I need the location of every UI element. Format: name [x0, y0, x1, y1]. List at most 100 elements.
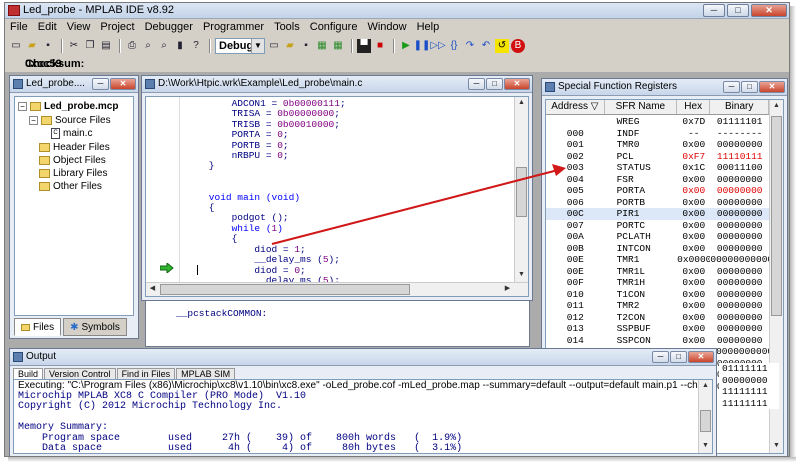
editor-horizontal-scrollbar[interactable]: ◀ ▶: [146, 282, 528, 296]
project-save-icon[interactable]: ▪: [299, 39, 313, 53]
menu-project[interactable]: Project: [95, 20, 139, 35]
find-replace-icon[interactable]: ⌕: [157, 39, 171, 53]
run-icon[interactable]: ▶: [399, 39, 413, 53]
editor-vertical-scrollbar[interactable]: ▲ ▼: [514, 97, 528, 282]
tree-item-main-c[interactable]: C main.c: [51, 128, 92, 139]
build-config-select[interactable]: Debug ▼: [215, 37, 265, 54]
project-close-button[interactable]: ✕: [110, 78, 136, 90]
tab-files[interactable]: Files: [14, 318, 62, 336]
sfr-row[interactable]: 003 STATUS 0x1C 00011100: [546, 162, 769, 174]
build-icon[interactable]: ▦: [315, 39, 329, 53]
find-icon[interactable]: ⌕: [141, 39, 155, 53]
editor-hscroll-thumb[interactable]: [160, 284, 410, 295]
save-icon[interactable]: ▪: [41, 39, 55, 53]
sfr-row[interactable]: 002 PCL 0xF7 11110111: [546, 151, 769, 163]
step-over-icon[interactable]: ↷: [463, 39, 477, 53]
cut-icon[interactable]: ✂: [67, 39, 81, 53]
project-open-icon[interactable]: ▰: [283, 39, 297, 53]
scroll-right-icon[interactable]: ▶: [501, 283, 514, 296]
close-button[interactable]: ✕: [751, 4, 787, 17]
menu-programmer[interactable]: Programmer: [198, 20, 269, 35]
open-folder-icon[interactable]: ▰: [25, 39, 39, 53]
sfr-window-title-bar[interactable]: Special Function Registers ─ □ ✕: [542, 79, 787, 96]
tree-item-library-files[interactable]: Library Files: [39, 168, 107, 179]
sfr-row[interactable]: 00A PCLATH 0x00 00000000: [546, 231, 769, 243]
rebuild-icon[interactable]: ▦: [331, 39, 345, 53]
scroll-up-icon[interactable]: ▲: [699, 380, 712, 393]
sfr-row[interactable]: 013 SSPBUF 0x00 00000000: [546, 323, 769, 335]
menu-configure[interactable]: Configure: [305, 20, 363, 35]
tree-item-header-files[interactable]: Header Files: [39, 142, 110, 153]
paste-icon[interactable]: ▤: [99, 39, 113, 53]
breakpoint-icon[interactable]: B: [511, 38, 525, 53]
output-text-area[interactable]: Executing: "C:\Program Files (x86)\Micro…: [13, 379, 713, 454]
sfr-row[interactable]: 00B INTCON 0x00 00000000: [546, 243, 769, 255]
col-address[interactable]: Address ▽: [546, 100, 605, 114]
menu-edit[interactable]: Edit: [33, 20, 62, 35]
print-icon[interactable]: ⎙: [125, 39, 139, 53]
editor-scroll-thumb[interactable]: [516, 167, 527, 217]
scroll-up-icon[interactable]: ▲: [515, 97, 528, 110]
sfr-row[interactable]: 00F TMR1H 0x00 00000000: [546, 277, 769, 289]
title-bar[interactable]: Led_probe - MPLAB IDE v8.92 ─ □ ✕: [5, 3, 789, 19]
sfr-row[interactable]: 007 PORTC 0x00 00000000: [546, 220, 769, 232]
output-window-title-bar[interactable]: Output ─ □ ✕: [10, 349, 716, 366]
output-vertical-scrollbar[interactable]: ▲ ▼: [698, 380, 712, 453]
output-close-button[interactable]: ✕: [688, 351, 714, 363]
tab-symbols[interactable]: ✱ Symbols: [63, 318, 127, 336]
help-icon[interactable]: ?: [189, 39, 203, 53]
col-sfr-name[interactable]: SFR Name: [605, 100, 678, 114]
reset-icon[interactable]: ↺: [495, 38, 509, 53]
menu-view[interactable]: View: [62, 20, 96, 35]
sfr-row[interactable]: 014 SSPCON 0x00 00000000: [546, 335, 769, 347]
scroll-down-icon[interactable]: ▼: [770, 440, 783, 453]
sfr-scroll-thumb[interactable]: [771, 116, 782, 316]
program-device-icon[interactable]: ▀: [357, 38, 371, 53]
new-file-icon[interactable]: ▭: [9, 39, 23, 53]
sfr-row[interactable]: 000 INDF -- --------: [546, 128, 769, 140]
col-binary[interactable]: Binary: [710, 100, 770, 114]
sfr-maximize-button[interactable]: □: [741, 81, 758, 93]
sfr-row[interactable]: 00E TMR1 0x00000000000000000000: [546, 254, 769, 266]
read-device-icon[interactable]: ■: [373, 39, 387, 53]
scroll-down-icon[interactable]: ▼: [515, 269, 528, 282]
sfr-row[interactable]: 004 FSR 0x00 00000000: [546, 174, 769, 186]
output-scroll-thumb[interactable]: [700, 410, 711, 432]
menu-file[interactable]: File: [5, 20, 33, 35]
maximize-button[interactable]: □: [727, 4, 749, 17]
animate-icon[interactable]: ▷▷: [430, 39, 445, 53]
chevron-down-icon[interactable]: ▼: [251, 38, 264, 53]
menu-debugger[interactable]: Debugger: [140, 20, 198, 35]
minimize-button[interactable]: ─: [703, 4, 725, 17]
menu-window[interactable]: Window: [362, 20, 411, 35]
project-new-icon[interactable]: ▭: [267, 39, 281, 53]
editor-maximize-button[interactable]: □: [486, 78, 503, 90]
sfr-row[interactable]: 011 TMR2 0x00 00000000: [546, 300, 769, 312]
bookmark-icon[interactable]: ▮: [173, 39, 187, 53]
sfr-minimize-button[interactable]: ─: [723, 81, 740, 93]
scroll-down-icon[interactable]: ▼: [699, 440, 712, 453]
editor-close-button[interactable]: ✕: [504, 78, 530, 90]
tree-root[interactable]: − Led_probe.mcp: [18, 101, 118, 112]
scroll-up-icon[interactable]: ▲: [770, 100, 783, 113]
editor-minimize-button[interactable]: ─: [468, 78, 485, 90]
tree-item-object-files[interactable]: Object Files: [39, 155, 106, 166]
sfr-row[interactable]: 005 PORTA 0x00 00000000: [546, 185, 769, 197]
output-minimize-button[interactable]: ─: [652, 351, 669, 363]
scroll-left-icon[interactable]: ◀: [146, 283, 159, 296]
sfr-row[interactable]: 010 T1CON 0x00 00000000: [546, 289, 769, 301]
step-into-icon[interactable]: {}: [447, 39, 461, 53]
editor-gutter[interactable]: [146, 97, 180, 296]
sfr-row[interactable]: 00C PIR1 0x00 00000000: [546, 208, 769, 220]
sfr-row[interactable]: 00E TMR1L 0x00 00000000: [546, 266, 769, 278]
sfr-row[interactable]: 006 PORTB 0x00 00000000: [546, 197, 769, 209]
tree-item-source-files[interactable]: − Source Files: [29, 115, 111, 126]
output-maximize-button[interactable]: □: [670, 351, 687, 363]
sfr-row[interactable]: 001 TMR0 0x00 00000000: [546, 139, 769, 151]
project-minimize-button[interactable]: ─: [92, 78, 109, 90]
sfr-row[interactable]: 012 T2CON 0x00 00000000: [546, 312, 769, 324]
halt-icon[interactable]: ❚❚: [414, 39, 431, 53]
code-editor[interactable]: ADCON1 = 0b00000111; TRISA = 0b00000000;…: [145, 96, 529, 297]
collapse-icon[interactable]: −: [29, 116, 38, 125]
project-window-title-bar[interactable]: Led_probe.... ─ ✕: [10, 76, 138, 93]
